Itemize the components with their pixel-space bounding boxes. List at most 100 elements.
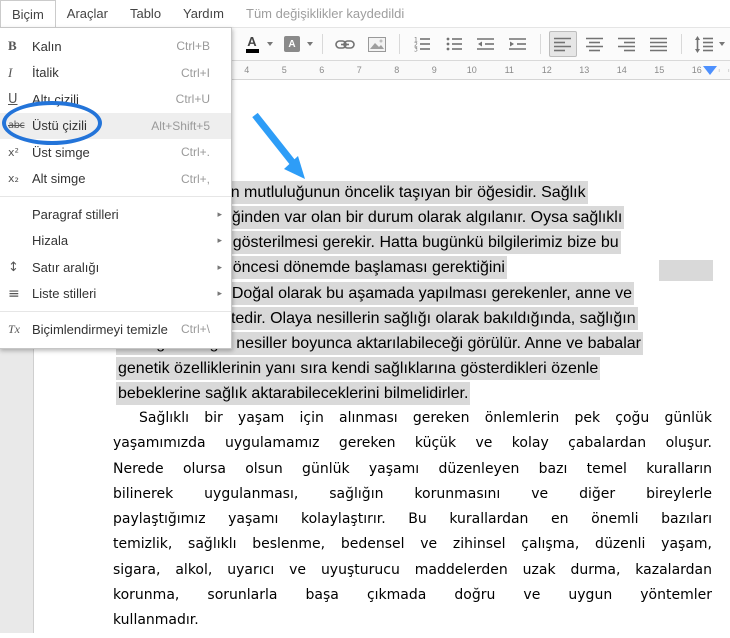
selected-text[interactable]: bebeklerine sağlık aktarabileceklerini b… (116, 382, 470, 405)
ruler-number: 6 (303, 65, 341, 75)
menu-item[interactable]: abc Üstü çizili Alt+Shift+5 (0, 113, 231, 140)
align-right-icon (618, 36, 636, 53)
ruler-number: 13 (566, 65, 604, 75)
line-spacing-icon (694, 36, 714, 53)
justify-icon (650, 36, 668, 53)
menu-item[interactable]: B Kalın Ctrl+B (0, 33, 231, 60)
insert-image-button[interactable] (363, 31, 391, 57)
insert-link-button[interactable] (331, 31, 359, 57)
menu-item[interactable]: Paragraf stilleri ▸ (0, 201, 231, 228)
menu-item[interactable] (0, 311, 231, 312)
text-line[interactable]: Nerede olursa olsun günlük yaşamı düzenl… (113, 461, 712, 486)
menu-item-label: Liste stilleri (32, 286, 205, 301)
numbered-list-button[interactable]: 123 (408, 31, 436, 57)
menu-item-label: Satır aralığı (32, 260, 205, 275)
ruler-numbers: 45678910111213141516 (228, 61, 716, 79)
decrease-indent-button[interactable] (472, 31, 500, 57)
text-color-dropdown-icon[interactable] (267, 42, 273, 46)
menu-item[interactable] (0, 196, 231, 197)
submenu-arrow-icon: ▸ (217, 288, 222, 299)
text-line[interactable]: paylaştığımız yaşamı kolaylaştırır. Bu k… (113, 511, 712, 536)
menubar-item[interactable]: Araçlar (56, 0, 119, 27)
clear-formatting-icon: Tx (8, 322, 32, 337)
text-line[interactable]: Sağlıklı bir yaşam için alınması gereken… (113, 410, 712, 435)
increase-indent-button[interactable] (504, 31, 532, 57)
text-line[interactable]: temizlik, sağlıklı beslenme, bedensel ve… (113, 536, 712, 561)
link-icon (335, 37, 355, 52)
selection-fragment (659, 260, 713, 281)
save-status: Tüm değişiklikler kaydedildi (246, 6, 404, 21)
ruler-number: 4 (228, 65, 266, 75)
submenu-arrow-icon: ▸ (217, 235, 222, 246)
menu-item[interactable]: Hizala ▸ (0, 228, 231, 255)
menu-item-label: Paragraf stilleri (32, 207, 205, 222)
text-color-button[interactable]: A (238, 31, 266, 57)
align-left-icon (554, 36, 572, 53)
increase-indent-icon (509, 36, 527, 52)
ruler-number: 14 (603, 65, 641, 75)
strikethrough-icon: abc (8, 120, 32, 131)
highlight-color-button[interactable]: A (278, 31, 306, 57)
italic-icon: I (8, 65, 32, 81)
ruler-number: 8 (378, 65, 416, 75)
menu-item-label: Biçimlendirmeyi temizle (32, 322, 181, 337)
menu-item-label: İtalik (32, 65, 181, 80)
bulleted-list-button[interactable] (440, 31, 468, 57)
list-styles-icon: ≡ (8, 286, 32, 302)
menubar-item[interactable]: Biçim (0, 0, 56, 28)
text-line[interactable]: bebeklerine sağlık aktarabileceklerini b… (116, 385, 716, 410)
ruler-number: 10 (453, 65, 491, 75)
justify-button[interactable] (645, 31, 673, 57)
menu-item-label: Hizala (32, 233, 205, 248)
right-indent-marker[interactable] (703, 66, 717, 75)
menu-item-shortcut: Ctrl+, (181, 172, 210, 186)
svg-text:3: 3 (414, 47, 418, 53)
menu-item[interactable]: ≡ Liste stilleri ▸ (0, 281, 231, 308)
text-line[interactable]: kullanmadır. (113, 612, 712, 637)
decrease-indent-icon (477, 36, 495, 52)
menu-item[interactable]: Tx Biçimlendirmeyi temizle Ctrl+\ (0, 316, 231, 343)
line-spacing-dropdown-icon[interactable] (719, 42, 725, 46)
menu-item[interactable]: x₂ Alt simge Ctrl+, (0, 166, 231, 193)
text-color-bar (246, 49, 259, 53)
text-line[interactable]: korunma, sorunlarla başa çıkmada doğru v… (113, 587, 712, 612)
text-line[interactable]: yaşamımızda uygulamamız gereken küçük ve… (113, 435, 712, 460)
ruler-number: 7 (341, 65, 379, 75)
ruler-number: 11 (491, 65, 529, 75)
menu-item-shortcut: Ctrl+U (176, 92, 210, 106)
line-spacing-icon: ↕ (8, 260, 32, 275)
menu-item-shortcut: Ctrl+\ (181, 322, 210, 336)
superscript-icon: x² (8, 146, 32, 159)
line-spacing-button[interactable] (690, 31, 718, 57)
menu-item[interactable]: x² Üst simge Ctrl+. (0, 139, 231, 166)
menu-item-label: Kalın (32, 39, 176, 54)
toolbar-separator (399, 34, 400, 54)
highlight-color-icon: A (284, 36, 300, 52)
menu-item[interactable]: U Altı çizili Ctrl+U (0, 86, 231, 113)
menu-item-shortcut: Ctrl+I (181, 66, 210, 80)
menubar-item[interactable]: Tablo (119, 0, 172, 27)
align-right-button[interactable] (613, 31, 641, 57)
menu-item-label: Altı çizili (32, 92, 176, 107)
menu-item[interactable]: I İtalik Ctrl+I (0, 60, 231, 87)
text-line[interactable]: sigara, alkol, uyarıcı ve uyuşturucu mad… (113, 562, 712, 587)
paragraph-justified: Sağlıklı bir yaşam için alınması gereken… (113, 410, 712, 638)
align-left-button[interactable] (549, 31, 577, 57)
ruler-number: 5 (266, 65, 304, 75)
ruler-number: 12 (528, 65, 566, 75)
menu-item[interactable]: ↕ Satır aralığı ▸ (0, 254, 231, 281)
text-line[interactable]: bilinerek uygulanması, sağlığın korunmas… (113, 486, 712, 511)
bold-icon: B (8, 38, 32, 54)
menu-item-label: Üstü çizili (32, 118, 151, 133)
toolbar-separator (322, 34, 323, 54)
align-center-icon (586, 36, 604, 53)
selected-text[interactable]: genetik özelliklerinin yanı sıra kendi s… (116, 357, 600, 380)
menu-item-shortcut: Alt+Shift+5 (151, 119, 210, 133)
highlight-color-dropdown-icon[interactable] (307, 42, 313, 46)
menu-item-shortcut: Ctrl+B (176, 39, 210, 53)
text-color-icon: A (247, 35, 256, 48)
align-center-button[interactable] (581, 31, 609, 57)
bulleted-list-icon (445, 36, 463, 52)
image-icon (368, 37, 386, 52)
underline-icon: U (8, 92, 32, 107)
